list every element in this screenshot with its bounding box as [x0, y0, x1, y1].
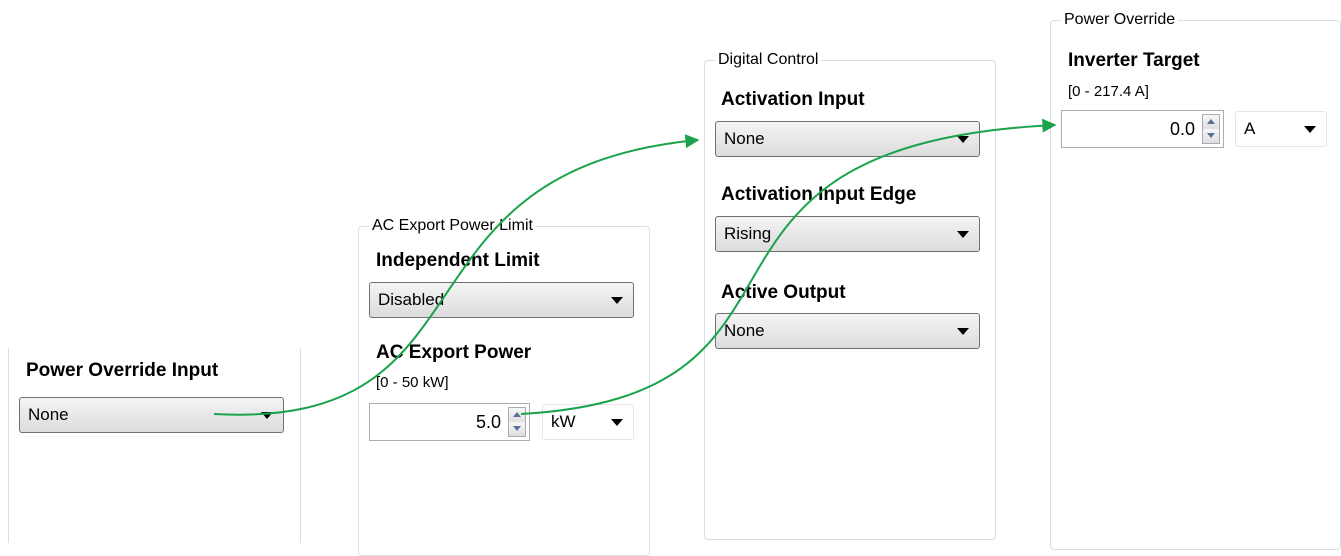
power-override-input-select[interactable]: None	[19, 397, 284, 433]
inverter-target-spinner	[1202, 114, 1220, 144]
chevron-down-icon	[957, 231, 969, 238]
ac-export-power-spinner	[508, 407, 526, 437]
ac-export-power-limit-title: AC Export Power Limit	[369, 216, 536, 236]
independent-limit-value: Disabled	[378, 290, 445, 309]
active-output-label: Active Output	[721, 282, 846, 303]
spin-down-icon[interactable]	[509, 422, 525, 436]
chevron-down-icon	[1304, 126, 1316, 133]
inverter-target-unit-value: A	[1244, 119, 1256, 138]
ac-export-power-range: [0 - 50 kW]	[376, 374, 449, 391]
ac-export-power-input[interactable]: 5.0	[369, 403, 530, 441]
inverter-target-input[interactable]: 0.0	[1061, 110, 1224, 148]
inverter-target-value: 0.0	[1169, 119, 1195, 139]
spin-up-icon[interactable]	[1203, 115, 1219, 130]
activation-input-select[interactable]: None	[715, 121, 980, 157]
chevron-down-icon	[611, 419, 623, 426]
chevron-down-icon	[957, 328, 969, 335]
activation-input-edge-label: Activation Input Edge	[721, 184, 917, 205]
digital-control-title: Digital Control	[715, 50, 822, 70]
ac-export-power-label: AC Export Power	[376, 342, 532, 363]
active-output-value: None	[724, 321, 765, 340]
ac-export-power-unit-value: kW	[551, 412, 576, 431]
activation-input-value: None	[724, 129, 765, 148]
power-override-input-label: Power Override Input	[26, 360, 219, 381]
activation-input-label: Activation Input	[721, 89, 865, 110]
chevron-down-icon	[611, 297, 623, 304]
power-override-input-value: None	[28, 405, 69, 424]
chevron-down-icon	[261, 412, 273, 419]
power-override-title: Power Override	[1061, 10, 1179, 30]
active-output-select[interactable]: None	[715, 313, 980, 349]
activation-input-edge-select[interactable]: Rising	[715, 216, 980, 252]
chevron-down-icon	[957, 136, 969, 143]
spin-up-icon[interactable]	[509, 408, 525, 423]
activation-input-edge-value: Rising	[724, 224, 772, 243]
spin-down-icon[interactable]	[1203, 129, 1219, 143]
ac-export-power-unit-select[interactable]: kW	[542, 404, 634, 440]
left-panel-border-left	[8, 348, 9, 543]
left-panel-border-right	[300, 348, 301, 543]
ac-export-power-value: 5.0	[475, 412, 501, 432]
independent-limit-select[interactable]: Disabled	[369, 282, 634, 318]
independent-limit-label: Independent Limit	[376, 250, 540, 271]
inverter-target-range: [0 - 217.4 A]	[1068, 83, 1149, 100]
inverter-target-unit-select[interactable]: A	[1235, 111, 1327, 147]
inverter-target-label: Inverter Target	[1068, 50, 1200, 71]
